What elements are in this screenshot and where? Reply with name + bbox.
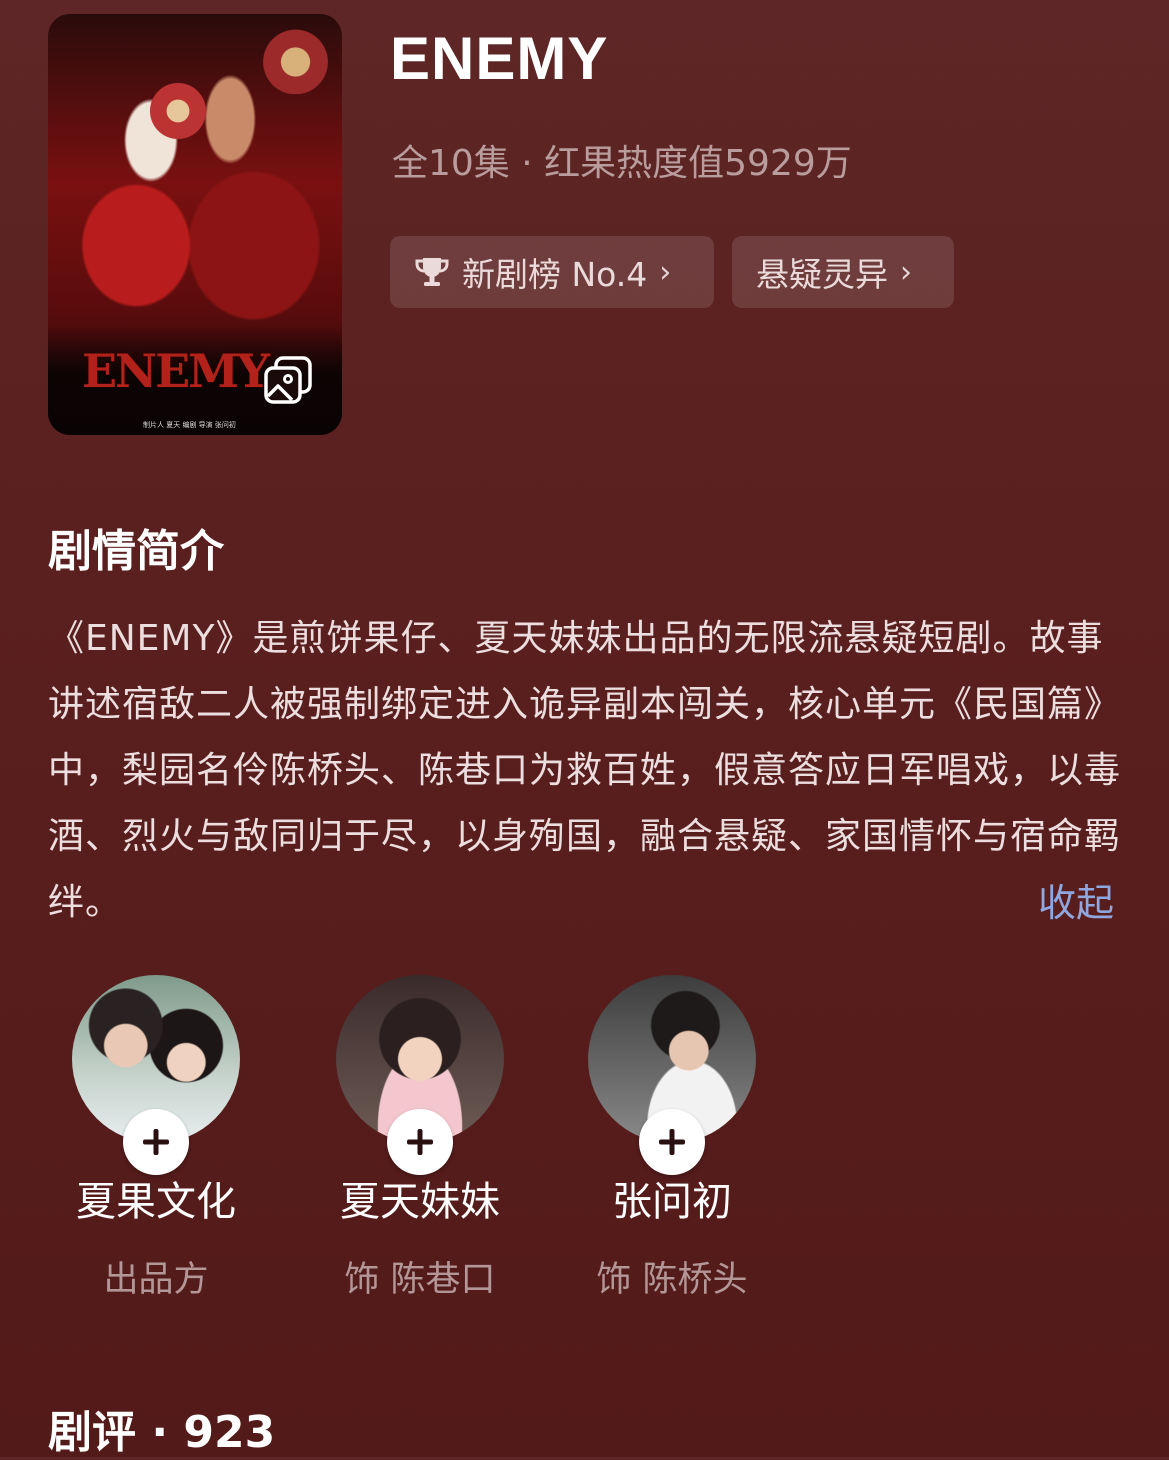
- cast-item[interactable]: 张问初 饰 陈桥头: [572, 975, 772, 1302]
- avatar[interactable]: [588, 975, 756, 1175]
- plus-icon: [407, 1129, 433, 1155]
- poster-figure-male: [243, 14, 342, 94]
- cast-item[interactable]: 夏果文化 出品方: [56, 975, 256, 1302]
- gallery-icon[interactable]: [262, 354, 314, 406]
- synopsis-text: 《ENEMY》是煎饼果仔、夏天妹妹出品的无限流悬疑短剧。故事讲述宿敌二人被强制绑…: [48, 618, 1122, 923]
- collapse-link[interactable]: 收起: [1038, 872, 1114, 927]
- show-title: ENEMY: [390, 25, 609, 92]
- plus-icon: [659, 1129, 685, 1155]
- cast-role: 饰 陈巷口: [344, 1260, 496, 1300]
- follow-plus-button[interactable]: [639, 1109, 705, 1175]
- follow-plus-button[interactable]: [387, 1109, 453, 1175]
- rank-chip[interactable]: 新剧榜 No.4 ›: [390, 236, 714, 308]
- cast-item[interactable]: 夏天妹妹 饰 陈巷口: [320, 975, 520, 1302]
- avatar[interactable]: [336, 975, 504, 1175]
- show-meta: 全10集 · 红果热度值5929万: [392, 143, 852, 184]
- trophy-icon: [415, 258, 449, 286]
- poster-credits: 制片人 夏天 编剧 导演 张问初: [143, 421, 236, 429]
- poster-image[interactable]: ENEMY 制片人 夏天 编剧 导演 张问初: [48, 14, 342, 435]
- cast-name: 张问初: [612, 1179, 732, 1225]
- chevron-right-icon: ›: [659, 254, 672, 290]
- poster-figure-female: [133, 69, 223, 139]
- chevron-right-icon: ›: [900, 254, 912, 290]
- cast-name: 夏天妹妹: [340, 1179, 500, 1225]
- genre-chip[interactable]: 悬疑灵异 ›: [732, 236, 954, 308]
- genre-chip-label: 悬疑灵异: [756, 255, 888, 294]
- cast-role: 出品方: [103, 1260, 209, 1300]
- poster-title: ENEMY: [82, 344, 270, 398]
- avatar[interactable]: [72, 975, 240, 1175]
- plus-icon: [143, 1129, 169, 1155]
- synopsis-heading: 剧情简介: [48, 526, 224, 577]
- reviews-heading[interactable]: 剧评 · 923: [48, 1396, 275, 1460]
- follow-plus-button[interactable]: [123, 1109, 189, 1175]
- cast-name: 夏果文化: [76, 1179, 236, 1225]
- rank-chip-label: 新剧榜 No.4: [462, 255, 648, 294]
- cast-role: 饰 陈桥头: [596, 1260, 748, 1300]
